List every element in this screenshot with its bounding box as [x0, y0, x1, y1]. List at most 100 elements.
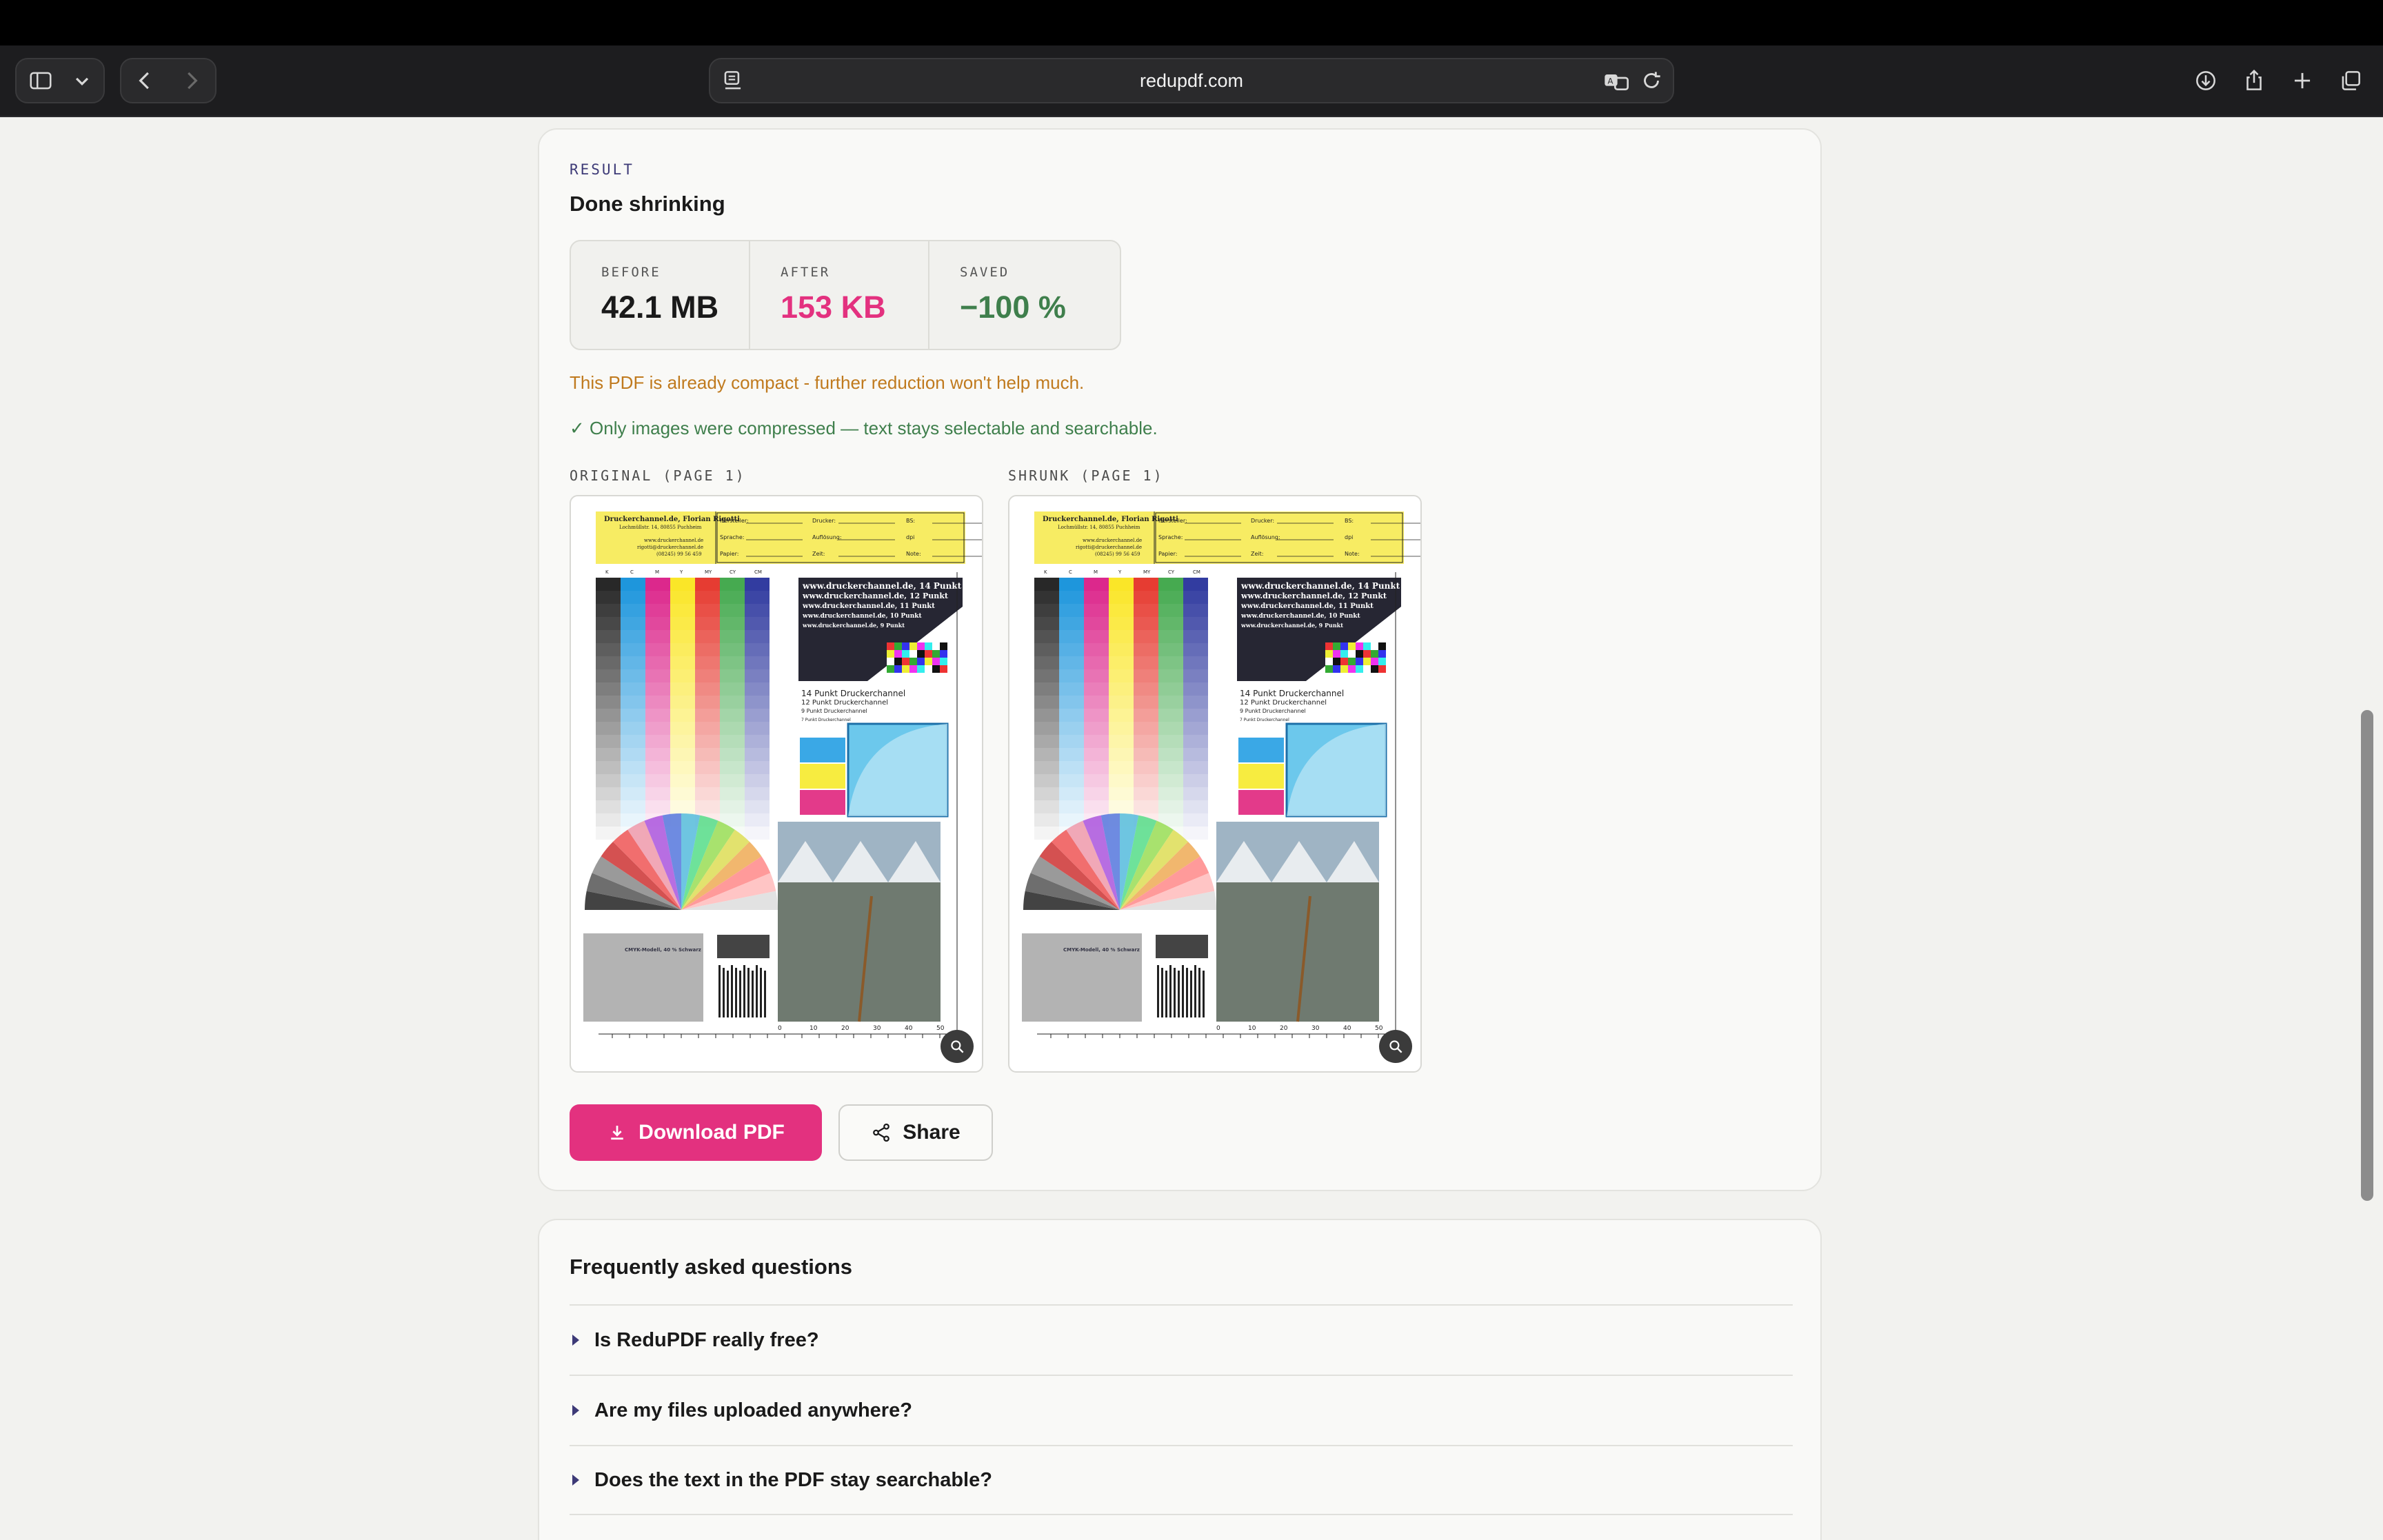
page-scrollbar[interactable]: [2361, 710, 2373, 1201]
nav-buttons: [120, 58, 217, 103]
svg-text:Lochmüllstr. 14, 80855 Puchhei: Lochmüllstr. 14, 80855 Puchheim: [1058, 525, 1140, 530]
tabs-overview-icon[interactable]: [2326, 58, 2375, 103]
back-icon[interactable]: [121, 58, 168, 103]
svg-text:0: 0: [1216, 1025, 1220, 1032]
svg-text:K: K: [605, 569, 609, 575]
svg-text:20: 20: [1280, 1025, 1288, 1032]
faq-question: Are my files uploaded anywhere?: [594, 1399, 912, 1421]
svg-text:M: M: [1094, 569, 1098, 575]
zoom-icon[interactable]: [941, 1030, 974, 1063]
shrunk-preview[interactable]: Druckerchannel.de, Florian Rigotti Lochmü…: [1008, 495, 1422, 1073]
faq-title: Frequently asked questions: [570, 1255, 852, 1279]
svg-text:www.druckerchannel.de, 14 Punk: www.druckerchannel.de, 14 Punkt: [802, 581, 962, 591]
svg-text:dpi: dpi: [906, 534, 914, 540]
svg-text:MY: MY: [705, 569, 712, 575]
svg-text:(08245) 99 56 459: (08245) 99 56 459: [1095, 551, 1140, 557]
result-card: RESULT Done shrinking BEFORE 42.1 MB AFT…: [538, 128, 1822, 1191]
stat-key: SAVED: [960, 265, 1010, 280]
svg-text:14 Punkt Druckerchannel: 14 Punkt Druckerchannel: [1240, 689, 1344, 698]
stats-panel: BEFORE 42.1 MB AFTER 153 KB SAVED −100 %: [570, 240, 1121, 350]
svg-text:Papier:: Papier:: [720, 551, 738, 557]
translate-icon[interactable]: A: [1602, 68, 1630, 99]
svg-text:Y: Y: [1118, 569, 1122, 575]
svg-text:www.druckerchannel.de, 9 Punkt: www.druckerchannel.de, 9 Punkt: [1240, 622, 1343, 629]
svg-text:50: 50: [936, 1025, 945, 1032]
svg-text:www.druckerchannel.de, 11 Punk: www.druckerchannel.de, 11 Punkt: [802, 602, 935, 610]
svg-text:Hersteller:: Hersteller:: [720, 518, 749, 524]
svg-text:Zeit:: Zeit:: [812, 551, 825, 557]
svg-text:40: 40: [905, 1025, 913, 1032]
stat-key: BEFORE: [601, 265, 661, 280]
svg-text:7 Punkt Druckerchannel: 7 Punkt Druckerchannel: [1240, 718, 1289, 722]
svg-text:www.druckerchannel.de: www.druckerchannel.de: [1083, 538, 1142, 543]
stat-before: BEFORE 42.1 MB: [571, 241, 750, 349]
svg-text:0: 0: [778, 1025, 782, 1032]
sidebar-toggle-group: [15, 58, 105, 103]
toolbar-right: [2182, 58, 2375, 103]
svg-text:Drucker:: Drucker:: [1251, 518, 1274, 524]
disclosure-triangle-icon: [572, 1335, 579, 1346]
compact-warning: This PDF is already compact - further re…: [570, 372, 1085, 393]
result-title: Done shrinking: [570, 192, 725, 216]
svg-text:7 Punkt Druckerchannel: 7 Punkt Druckerchannel: [801, 718, 851, 722]
disclosure-triangle-icon: [572, 1405, 579, 1416]
svg-text:50: 50: [1375, 1025, 1383, 1032]
svg-text:Auflösung:: Auflösung:: [812, 534, 842, 540]
svg-text:www.druckerchannel.de, 11 Punk: www.druckerchannel.de, 11 Punkt: [1240, 602, 1374, 610]
download-pdf-button[interactable]: Download PDF: [570, 1104, 822, 1161]
svg-text:Y: Y: [679, 569, 683, 575]
new-tab-icon[interactable]: [2278, 58, 2326, 103]
download-icon[interactable]: [2182, 58, 2230, 103]
reload-icon[interactable]: [1638, 68, 1665, 97]
original-preview[interactable]: Druckerchannel.de, Florian Rigotti Lochmü…: [570, 495, 983, 1073]
svg-text:rigotti@druckerchannel.de: rigotti@druckerchannel.de: [1076, 545, 1142, 550]
share-nodes-icon: [873, 1123, 890, 1142]
text-preserved-note: ✓ Only images were compressed — text sta…: [570, 418, 1158, 438]
svg-text:CMYK-Modell, 40 % Schwarz: CMYK-Modell, 40 % Schwarz: [1063, 947, 1140, 953]
svg-text:www.druckerchannel.de, 12 Punk: www.druckerchannel.de, 12 Punkt: [802, 591, 949, 600]
svg-text:BS:: BS:: [906, 518, 915, 524]
svg-text:MY: MY: [1143, 569, 1151, 575]
download-icon: [611, 1126, 623, 1140]
url-text: redupdf.com: [1139, 70, 1244, 91]
shrunk-preview-label: SHRUNK (PAGE 1): [1008, 467, 1164, 484]
svg-text:14 Punkt Druckerchannel: 14 Punkt Druckerchannel: [801, 689, 905, 698]
svg-text:CM: CM: [754, 569, 762, 575]
svg-text:C: C: [1069, 569, 1072, 575]
svg-text:Drucker:: Drucker:: [812, 518, 836, 524]
svg-text:www.druckerchannel.de, 10 Punk: www.druckerchannel.de, 10 Punkt: [802, 613, 922, 620]
svg-text:www.druckerchannel.de, 12 Punk: www.druckerchannel.de, 12 Punkt: [1240, 591, 1387, 600]
faq-item[interactable]: Does the text in the PDF stay searchable…: [570, 1445, 1793, 1515]
stat-value: 153 KB: [781, 290, 886, 325]
address-bar[interactable]: redupdf.com A: [709, 58, 1674, 103]
svg-text:Hersteller:: Hersteller:: [1158, 518, 1187, 524]
svg-text:20: 20: [841, 1025, 849, 1032]
faq-card: Frequently asked questions Is ReduPDF re…: [538, 1219, 1822, 1540]
faq-item[interactable]: Is ReduPDF really free?: [570, 1304, 1793, 1375]
faq-question: Does the text in the PDF stay searchable…: [594, 1468, 992, 1491]
svg-text:Sprache:: Sprache:: [1158, 534, 1183, 540]
chevron-down-icon[interactable]: [65, 58, 99, 103]
svg-text:C: C: [630, 569, 634, 575]
stat-value: −100 %: [960, 290, 1066, 325]
svg-text:BS:: BS:: [1345, 518, 1354, 524]
sidebar-icon[interactable]: [17, 58, 65, 103]
share-icon[interactable]: [2230, 58, 2278, 103]
svg-text:12 Punkt Druckerchannel: 12 Punkt Druckerchannel: [801, 699, 888, 707]
svg-text:www.druckerchannel.de, 10 Punk: www.druckerchannel.de, 10 Punkt: [1240, 613, 1360, 620]
svg-text:10: 10: [1248, 1025, 1256, 1032]
faq-item[interactable]: Are my files uploaded anywhere?: [570, 1375, 1793, 1445]
svg-text:dpi: dpi: [1345, 534, 1353, 540]
faq-question: Is ReduPDF really free?: [594, 1328, 819, 1351]
svg-text:M: M: [655, 569, 659, 575]
svg-text:www.druckerchannel.de, 14 Punk: www.druckerchannel.de, 14 Punkt: [1240, 581, 1400, 591]
stat-after: AFTER 153 KB: [750, 241, 929, 349]
forward-icon[interactable]: [168, 58, 215, 103]
disclosure-triangle-icon: [572, 1475, 579, 1486]
share-button[interactable]: Share: [838, 1104, 993, 1161]
svg-text:9 Punkt Druckerchannel: 9 Punkt Druckerchannel: [801, 708, 867, 714]
stat-saved: SAVED −100 %: [929, 241, 1120, 349]
zoom-icon[interactable]: [1379, 1030, 1412, 1063]
svg-text:Zeit:: Zeit:: [1251, 551, 1263, 557]
svg-text:CM: CM: [1193, 569, 1200, 575]
